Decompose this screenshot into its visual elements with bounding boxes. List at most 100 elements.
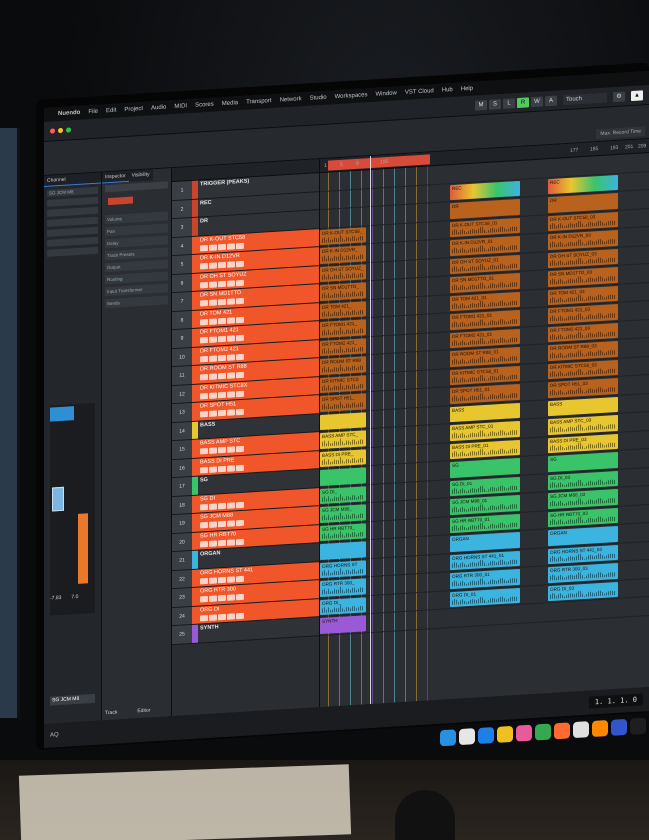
automation-mode-select[interactable]: Touch bbox=[563, 92, 607, 105]
menu-item[interactable]: Media bbox=[222, 100, 238, 107]
solo-button[interactable] bbox=[209, 521, 217, 528]
audio-event[interactable]: ORG DI_ bbox=[320, 596, 366, 616]
write-button[interactable] bbox=[227, 372, 235, 379]
write-button[interactable] bbox=[227, 464, 235, 472]
write-button[interactable] bbox=[227, 575, 235, 583]
read-button[interactable] bbox=[218, 298, 226, 306]
settings-gear-icon[interactable]: ⚙ bbox=[613, 90, 625, 102]
tab-channel[interactable]: Channel bbox=[44, 172, 101, 187]
mute-button[interactable] bbox=[200, 614, 208, 621]
write-button[interactable] bbox=[227, 501, 235, 509]
audio-event[interactable]: DR OH ST SOYUZ_ bbox=[320, 263, 366, 283]
solo-button[interactable] bbox=[209, 465, 217, 473]
menu-item[interactable]: Hub bbox=[442, 87, 453, 94]
read-button[interactable] bbox=[218, 243, 226, 250]
solo-button[interactable] bbox=[209, 354, 217, 362]
write-button[interactable] bbox=[227, 538, 235, 546]
solo-button[interactable] bbox=[209, 299, 217, 306]
record-enable-button[interactable] bbox=[108, 196, 134, 206]
mute-button[interactable] bbox=[200, 392, 208, 399]
audio-event[interactable]: REC bbox=[548, 174, 618, 195]
write-button[interactable] bbox=[227, 446, 235, 453]
inspector-row[interactable]: Routing bbox=[105, 271, 168, 285]
solo-button[interactable] bbox=[209, 391, 217, 399]
read-button[interactable] bbox=[218, 446, 226, 454]
audio-event[interactable]: DR SPOT H51_ bbox=[320, 393, 366, 412]
audio-event[interactable]: DR FTOM2 421_ bbox=[320, 337, 366, 357]
audio-event[interactable]: DR TOM 421_01 bbox=[450, 291, 520, 312]
read-button[interactable] bbox=[218, 409, 226, 417]
audio-event[interactable]: DR OH ST SOYUZ_03 bbox=[548, 248, 618, 269]
channel-name-slot[interactable]: SG JCM M8 bbox=[47, 186, 98, 197]
pointer-tool-icon[interactable]: ▲ bbox=[631, 89, 643, 101]
menu-item[interactable]: Window bbox=[376, 90, 397, 97]
channel-slot[interactable] bbox=[47, 206, 98, 217]
audio-event[interactable]: DR KITMIC STC58_03 bbox=[548, 359, 618, 380]
read-button[interactable] bbox=[218, 354, 226, 361]
audio-event[interactable]: DR ROOM ST R88_01 bbox=[450, 346, 520, 367]
read-button[interactable] bbox=[218, 280, 226, 287]
solo-button[interactable] bbox=[209, 336, 217, 343]
read-button[interactable] bbox=[218, 576, 226, 583]
mode-button-m[interactable]: M bbox=[475, 99, 487, 111]
write-button[interactable] bbox=[227, 335, 235, 342]
read-button[interactable] bbox=[218, 520, 226, 528]
edit-button[interactable] bbox=[236, 519, 244, 527]
inspector-row[interactable]: Input Transformer bbox=[105, 283, 168, 297]
chrome-icon[interactable] bbox=[497, 725, 513, 743]
edit-button[interactable] bbox=[236, 334, 244, 342]
menu-item[interactable]: Edit bbox=[106, 108, 116, 115]
audio-event[interactable]: ORG DI_03 bbox=[548, 581, 618, 602]
write-button[interactable] bbox=[227, 298, 235, 305]
menu-app-name[interactable]: Nuendo bbox=[58, 110, 80, 117]
channel-slot[interactable] bbox=[47, 226, 98, 237]
audio-event[interactable]: ORG RTR 300_03 bbox=[548, 562, 618, 583]
audio-event[interactable]: SG DI_01 bbox=[450, 476, 520, 497]
swift-icon[interactable] bbox=[554, 722, 570, 740]
mute-button[interactable] bbox=[200, 466, 208, 473]
audio-event[interactable]: REC bbox=[450, 180, 520, 201]
mute-button[interactable] bbox=[200, 336, 208, 344]
audio-event[interactable] bbox=[320, 541, 366, 560]
audio-event[interactable]: SG HR RBT70_03 bbox=[548, 507, 618, 528]
audio-event[interactable]: BASS DI PRE_01 bbox=[450, 439, 520, 460]
inspector-row[interactable]: Sends bbox=[105, 295, 168, 309]
mode-button-r[interactable]: R bbox=[517, 96, 529, 108]
inspector-row[interactable]: Delay bbox=[105, 235, 168, 249]
audio-event[interactable]: SYNTH bbox=[320, 615, 366, 634]
mute-button[interactable] bbox=[200, 262, 208, 270]
audio-event[interactable]: DR K-OUT STC58_01 bbox=[450, 217, 520, 238]
edit-button[interactable] bbox=[236, 371, 244, 379]
audio-event[interactable]: DR SN MD1TTO_03 bbox=[548, 266, 618, 287]
mute-button[interactable] bbox=[200, 281, 208, 288]
video-icon[interactable] bbox=[611, 718, 627, 736]
tab-visibility[interactable]: Visibility bbox=[128, 169, 153, 182]
audio-event[interactable]: DR K-IN D12VR_ bbox=[320, 245, 366, 264]
app-store-icon[interactable] bbox=[478, 726, 494, 744]
audio-event[interactable]: SG HR RBT70_01 bbox=[450, 513, 520, 534]
mute-button[interactable] bbox=[200, 355, 208, 362]
read-button[interactable] bbox=[218, 613, 226, 620]
aq-indicator[interactable]: AQ bbox=[50, 732, 59, 739]
audio-event[interactable]: DR FTOM2 421_03 bbox=[548, 322, 618, 343]
mute-button[interactable] bbox=[200, 577, 208, 584]
audio-event[interactable]: BASS bbox=[450, 402, 520, 423]
tab-editor[interactable]: Editor bbox=[137, 707, 150, 714]
chrome-icon[interactable] bbox=[535, 723, 551, 741]
edit-button[interactable] bbox=[236, 464, 244, 471]
solo-button[interactable] bbox=[209, 243, 217, 251]
write-button[interactable] bbox=[227, 390, 235, 398]
audio-event[interactable]: BASS DI PRE_ bbox=[320, 448, 366, 468]
audio-event[interactable]: ORG RTR 300_01 bbox=[450, 568, 520, 589]
read-button[interactable] bbox=[218, 335, 226, 343]
edit-button[interactable] bbox=[236, 538, 244, 545]
audio-event[interactable]: ORG RTR 300_ bbox=[320, 578, 366, 597]
solo-button[interactable] bbox=[209, 595, 217, 602]
mode-button-a[interactable]: A bbox=[545, 95, 557, 106]
edit-button[interactable] bbox=[236, 316, 244, 323]
edit-button[interactable] bbox=[236, 408, 244, 416]
edit-button[interactable] bbox=[236, 297, 244, 305]
edit-button[interactable] bbox=[236, 353, 244, 360]
mute-button[interactable] bbox=[200, 299, 208, 307]
edit-button[interactable] bbox=[236, 390, 244, 397]
